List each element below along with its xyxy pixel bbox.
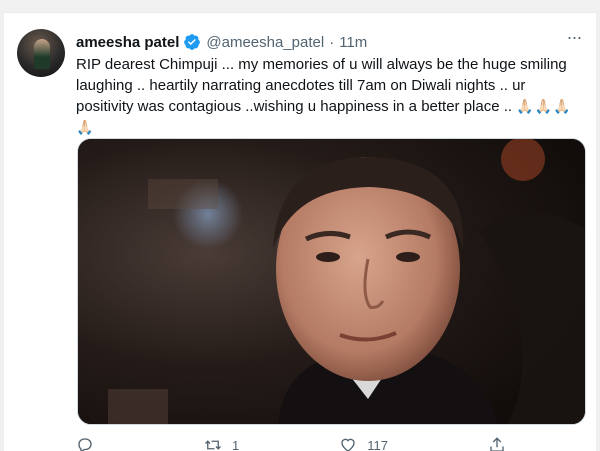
tweet-text: RIP dearest Chimpuji ... my memories of …	[76, 54, 576, 138]
praying-hands-emoji: 🙏🏻🙏🏻🙏🏻	[516, 98, 571, 114]
more-horizontal-icon[interactable]: ···	[564, 31, 584, 51]
tweet-text-segment: positivity was contagious ..wishing u ha…	[76, 98, 512, 115]
retweet-icon	[204, 436, 222, 451]
share-button[interactable]	[488, 433, 506, 451]
user-handle[interactable]: @ameesha_patel	[206, 34, 324, 51]
reply-button[interactable]	[76, 433, 104, 451]
tweet-actions: 1 117	[76, 433, 506, 451]
retweet-count: 1	[232, 438, 239, 451]
header-separator: ·	[329, 34, 334, 51]
avatar[interactable]	[17, 29, 65, 77]
portrait-photo	[78, 139, 585, 424]
heart-icon	[339, 436, 357, 451]
reply-icon	[76, 436, 94, 451]
retweet-button[interactable]: 1	[204, 433, 239, 451]
verified-badge-icon	[183, 33, 201, 51]
display-name[interactable]: ameesha patel	[76, 34, 179, 51]
praying-hands-emoji: 🙏🏻	[76, 117, 576, 138]
like-button[interactable]: 117	[339, 433, 388, 451]
tweet-text-line: RIP dearest Chimpuji ... my memories of …	[76, 54, 576, 75]
tweet-text-line: laughing .. heartily narrating anecdotes…	[76, 75, 576, 96]
tweet-card[interactable]: ameesha patel @ameesha_patel · 11m ··· R…	[4, 12, 596, 451]
tweet-header: ameesha patel @ameesha_patel · 11m	[76, 31, 367, 53]
tweet-text-line: positivity was contagious ..wishing u ha…	[76, 96, 576, 117]
like-count: 117	[367, 438, 388, 451]
tweet-image[interactable]	[77, 138, 586, 425]
share-icon	[488, 436, 506, 451]
tweet-timestamp[interactable]: 11m	[339, 34, 367, 51]
